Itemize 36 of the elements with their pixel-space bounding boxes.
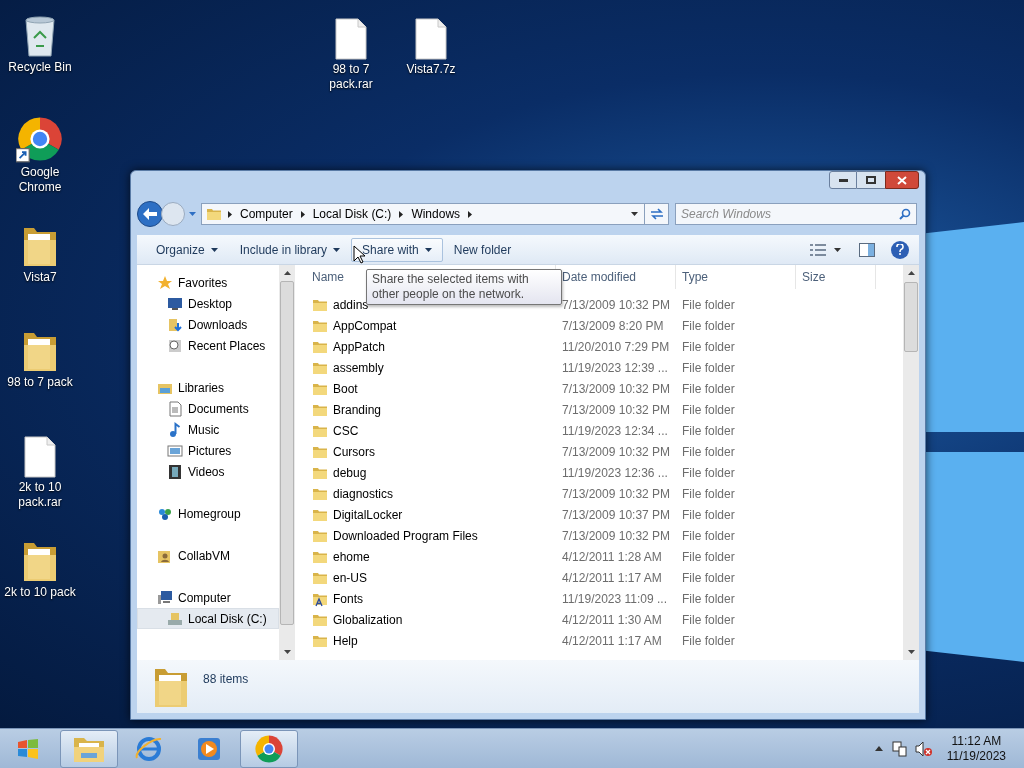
date-cell-text: 11/19/2023 11:09 ...	[561, 590, 668, 608]
tooltip: Share the selected items with other people on the network.	[366, 269, 562, 305]
date-cell-text: 4/12/2011 1:17 AM	[561, 632, 663, 650]
type-cell-text: File folder	[681, 611, 736, 629]
type-cell-text: File folder	[681, 548, 736, 566]
type-cell-text: File folder	[681, 632, 736, 650]
type-cell-text: File folder	[681, 317, 736, 335]
type-cell-text: File folder	[681, 506, 736, 524]
item-count: 88 items	[203, 670, 249, 688]
type-cell-text: File folder	[681, 296, 736, 314]
date-cell-text: 11/20/2010 7:29 PM	[561, 338, 671, 356]
type-cell-text: File folder	[681, 338, 736, 356]
type-cell-text: File folder	[681, 443, 736, 461]
type-cell-text: File folder	[681, 569, 736, 587]
type-cell-text: File folder	[681, 359, 736, 377]
date-cell-text: 7/13/2009 8:20 PM	[561, 317, 665, 335]
date-cell-text: 7/13/2009 10:32 PM	[561, 401, 672, 419]
date-cell-text: 4/12/2011 1:30 AM	[561, 611, 663, 629]
date-cell-text: 7/13/2009 10:37 PM	[561, 506, 672, 524]
date-cell-text: 7/13/2009 10:32 PM	[561, 527, 672, 545]
date-cell-text: 7/13/2009 10:32 PM	[561, 296, 672, 314]
date-cell-text: 11/19/2023 12:39 ...	[561, 359, 669, 377]
type-cell-text: File folder	[681, 527, 736, 545]
date-cell-text: 7/13/2009 10:32 PM	[561, 485, 672, 503]
type-cell-text: File folder	[681, 401, 736, 419]
type-cell-text: File folder	[681, 485, 736, 503]
type-cell-text: File folder	[681, 380, 736, 398]
date-cell-text: 4/12/2011 1:28 AM	[561, 548, 663, 566]
type-cell-text: File folder	[681, 422, 736, 440]
date-cell-text: 4/12/2011 1:17 AM	[561, 569, 663, 587]
date-cell-text: 7/13/2009 10:32 PM	[561, 380, 672, 398]
date-cell-text: 11/19/2023 12:34 ...	[561, 422, 669, 440]
date-cell-text: 11/19/2023 12:36 ...	[561, 464, 669, 482]
type-cell-text: File folder	[681, 590, 736, 608]
date-cell-text: 7/13/2009 10:32 PM	[561, 443, 672, 461]
type-cell-text: File folder	[681, 464, 736, 482]
